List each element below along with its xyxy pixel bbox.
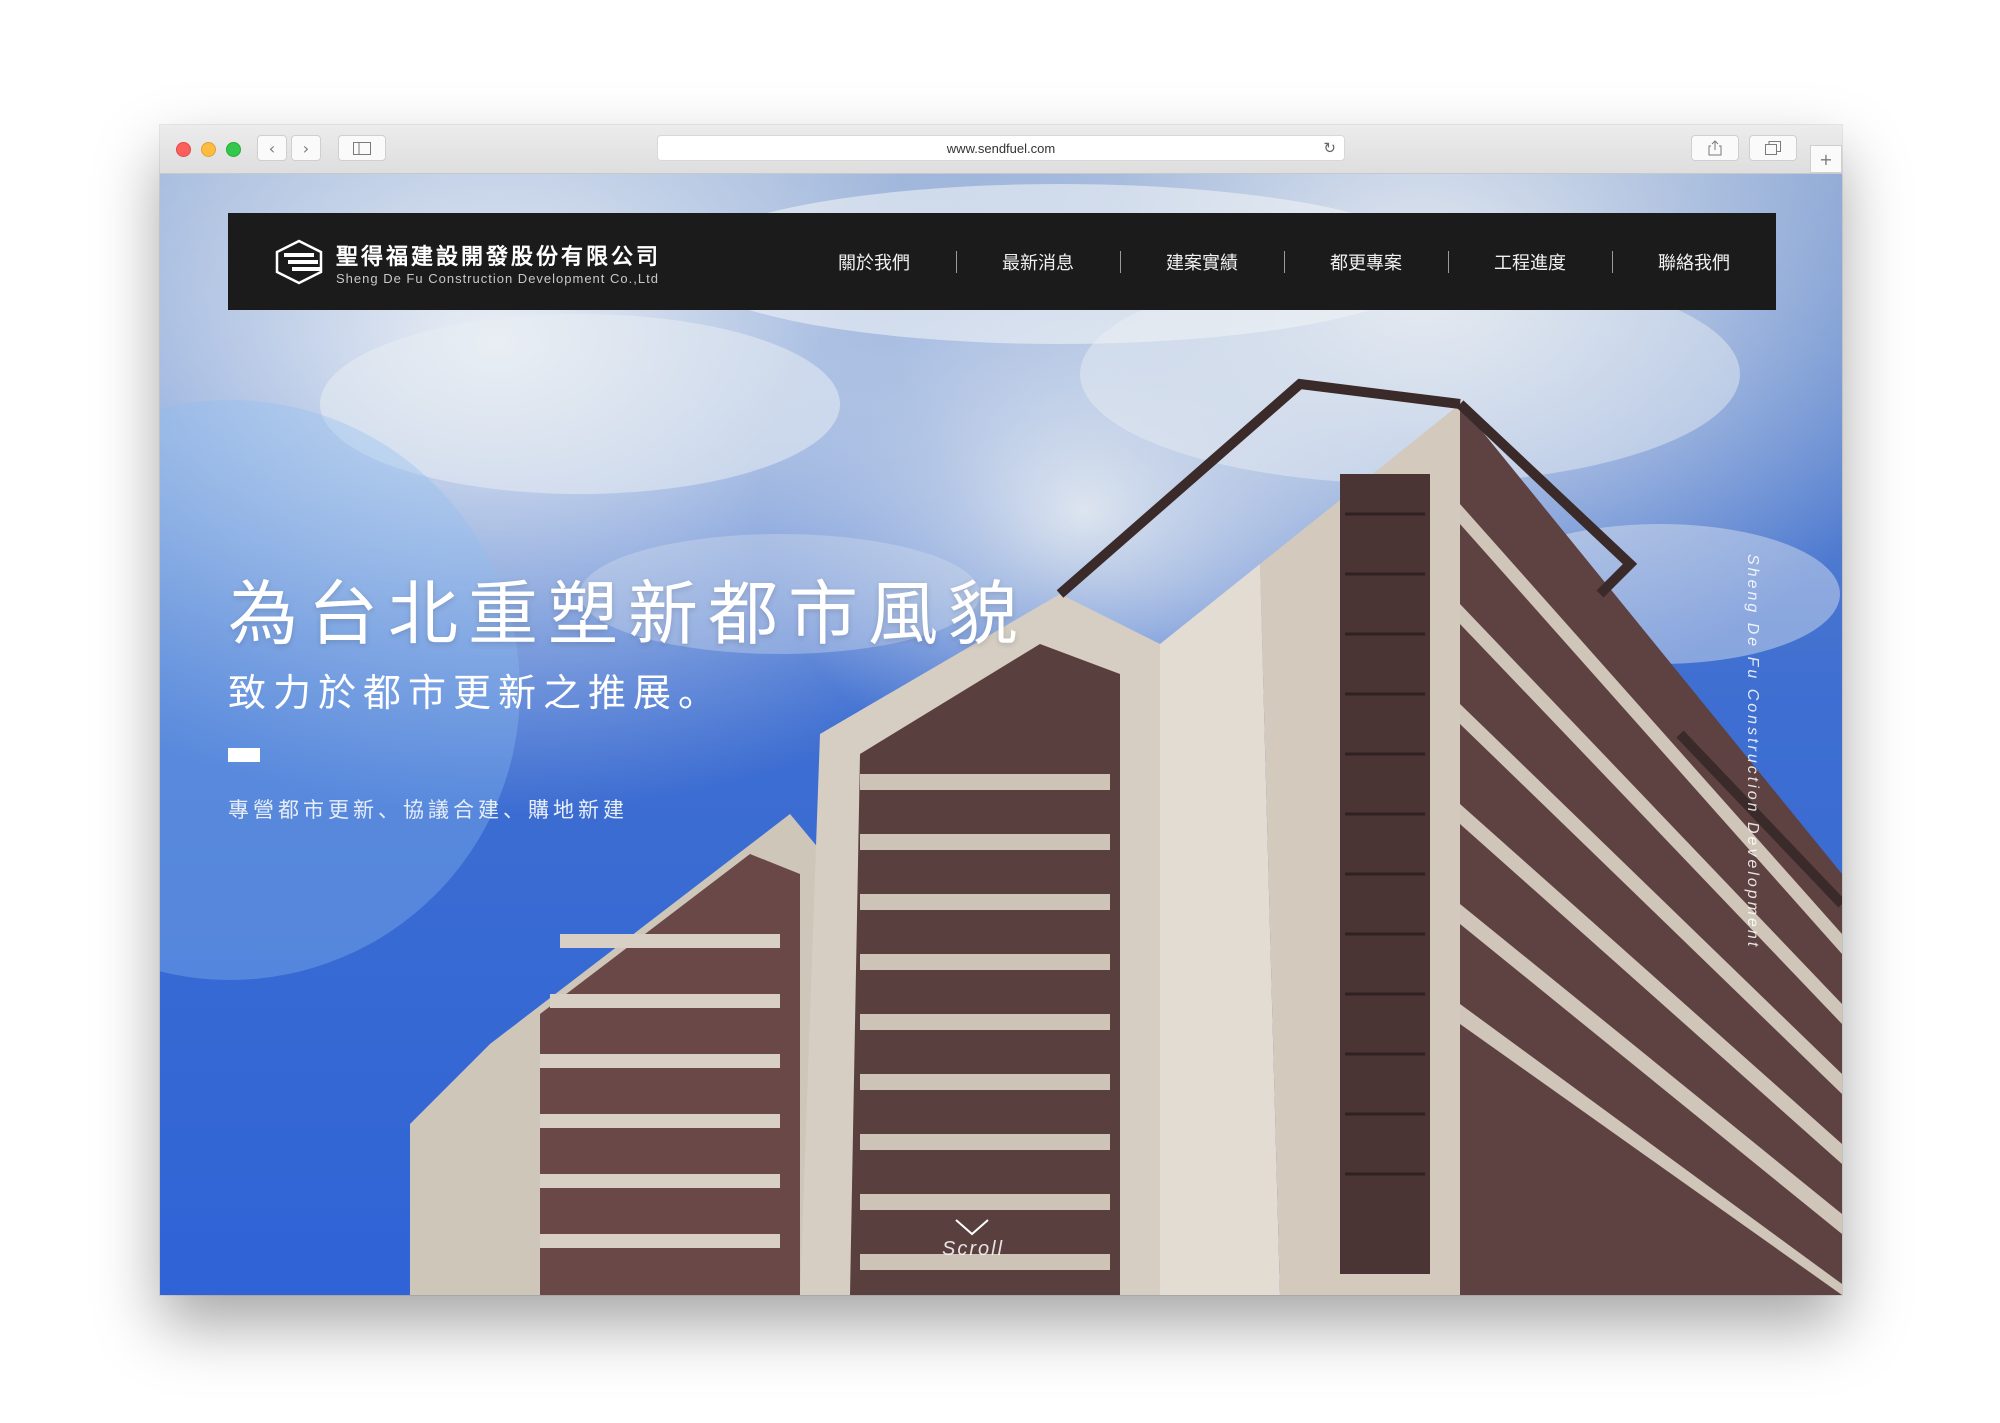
maximize-window-button[interactable] [226, 142, 241, 157]
share-icon [1708, 140, 1722, 156]
browser-window: ‹ › www.sendfuel.com ↻ + 聖得福建設開發股份有限公司 S… [160, 125, 1842, 1295]
site-navbar: 聖得福建設開發股份有限公司 Sheng De Fu Construction D… [228, 213, 1776, 310]
reload-icon[interactable]: ↻ [1323, 139, 1336, 157]
chevron-down-icon [955, 1219, 989, 1236]
page-viewport: 聖得福建設開發股份有限公司 Sheng De Fu Construction D… [160, 174, 1842, 1295]
scroll-label: Scroll [942, 1238, 1005, 1260]
nav-item-about[interactable]: 關於我們 [792, 249, 956, 275]
browser-toolbar: ‹ › www.sendfuel.com ↻ + [160, 125, 1842, 174]
sidebar-icon [353, 141, 371, 155]
brand-name-zh[interactable]: 聖得福建設開發股份有限公司 [336, 239, 661, 271]
nav-item-projects[interactable]: 建案實績 [1120, 249, 1284, 275]
tabs-overview-button[interactable] [1749, 135, 1797, 161]
vertical-company-text: Sheng De Fu Construction Development [1744, 554, 1761, 950]
nav-item-urban-renewal[interactable]: 都更專案 [1284, 249, 1448, 275]
hero-headline: 為台北重塑新都市風貌 [228, 573, 1028, 655]
hero-divider [228, 748, 260, 762]
plus-icon: + [1819, 149, 1833, 169]
scroll-indicator[interactable]: Scroll [942, 1216, 1002, 1261]
company-logo-icon[interactable] [274, 239, 324, 285]
close-window-button[interactable] [176, 142, 191, 157]
address-bar[interactable]: www.sendfuel.com ↻ [657, 135, 1345, 161]
tabs-icon [1765, 141, 1781, 155]
nav-item-contact[interactable]: 聯絡我們 [1612, 249, 1776, 275]
nav-item-news[interactable]: 最新消息 [956, 249, 1120, 275]
brand-name-en[interactable]: Sheng De Fu Construction Development Co.… [336, 271, 659, 286]
sidebar-toggle-button[interactable] [338, 135, 386, 161]
new-tab-button[interactable]: + [1810, 145, 1842, 173]
forward-button[interactable]: › [291, 135, 321, 161]
minimize-window-button[interactable] [201, 142, 216, 157]
main-menu: 關於我們 最新消息 建案實績 都更專案 工程進度 聯絡我們 [792, 213, 1776, 310]
nav-item-construction-progress[interactable]: 工程進度 [1448, 249, 1612, 275]
url-text: www.sendfuel.com [946, 140, 1056, 156]
hero-services: 專營都市更新、協議合建、購地新建 [228, 798, 628, 822]
chevron-left-icon: ‹ [268, 138, 276, 158]
chevron-right-icon: › [302, 138, 310, 158]
hero-subline: 致力於都市更新之推展。 [228, 671, 724, 715]
back-button[interactable]: ‹ [257, 135, 287, 161]
share-button[interactable] [1691, 135, 1739, 161]
